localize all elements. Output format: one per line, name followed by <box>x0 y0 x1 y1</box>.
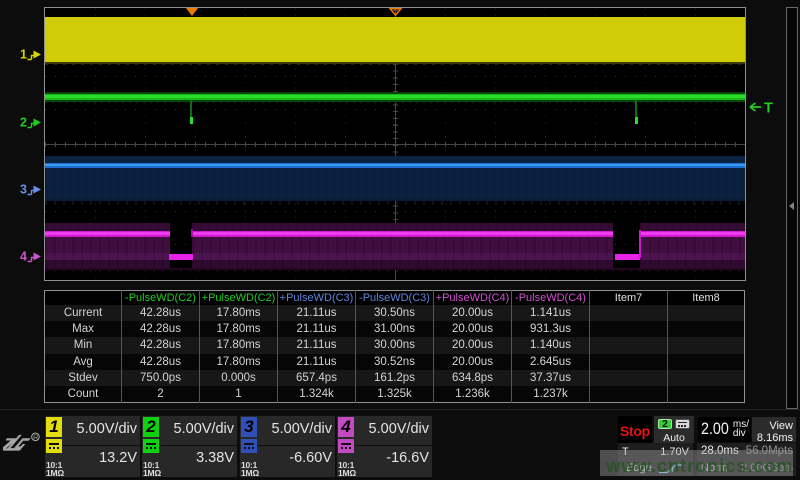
svg-text:3: 3 <box>20 183 27 197</box>
svg-text:4: 4 <box>20 250 27 264</box>
svg-text:R: R <box>33 433 38 441</box>
svg-text:2: 2 <box>20 116 27 130</box>
svg-text:1: 1 <box>20 48 27 62</box>
svg-text:T: T <box>764 101 773 117</box>
